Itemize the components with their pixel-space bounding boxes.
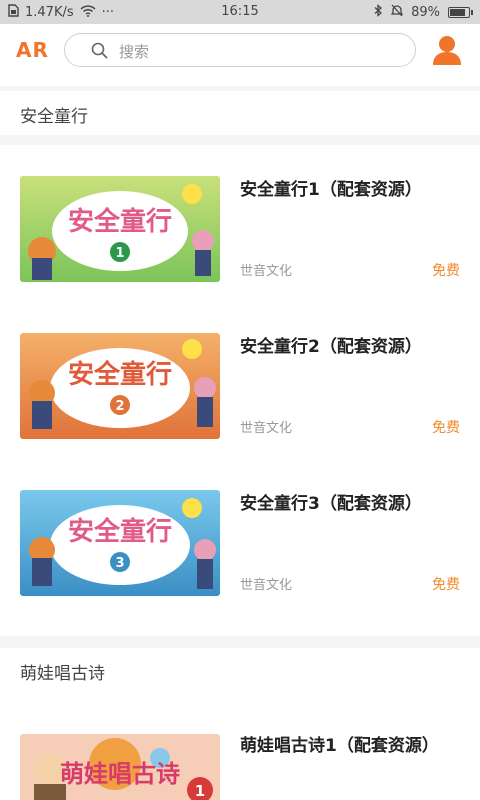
section-header-safety: 安全童行 — [0, 91, 480, 135]
item-publisher: 世音文化 — [240, 421, 293, 436]
item-price: 免费 — [432, 577, 460, 593]
thumbnail-title: 安全童行 — [68, 516, 172, 547]
item-title: 萌娃唱古诗1（配套资源） — [240, 736, 439, 756]
search-icon — [91, 42, 108, 59]
thumbnail-title: 安全童行 — [68, 359, 172, 390]
user-profile-icon[interactable] — [432, 34, 462, 66]
list-item[interactable]: 安全童行 3 安全童行3（配套资源） 世音文化 免费 — [0, 476, 480, 596]
thumbnail-number: 1 — [115, 246, 124, 261]
battery-percent: 89% — [411, 5, 440, 20]
status-bar: 1.47K/s ··· 16:15 89% — [0, 0, 480, 24]
section-header-poems: 萌娃唱古诗 — [0, 648, 480, 692]
item-thumbnail: 安全童行 3 — [20, 490, 220, 596]
section-title: 萌娃唱古诗 — [20, 664, 105, 684]
section-list-poems: 萌娃唱古诗 1 萌娃唱古诗1（配套资源） — [0, 692, 480, 800]
item-thumbnail: 萌娃唱古诗 1 — [20, 734, 220, 800]
item-publisher: 世音文化 — [240, 264, 293, 279]
battery-icon — [448, 7, 473, 18]
item-price: 免费 — [432, 263, 460, 279]
item-price: 免费 — [432, 420, 460, 436]
item-thumbnail: 安全童行 2 — [20, 333, 220, 439]
list-item[interactable]: 安全童行 1 安全童行1（配套资源） 世音文化 免费 — [0, 162, 480, 282]
mute-bell-icon — [390, 4, 404, 21]
thumbnail-title: 萌娃唱古诗 — [60, 760, 180, 788]
section-title: 安全童行 — [20, 107, 88, 127]
ar-button[interactable]: AR — [16, 38, 49, 62]
top-bar: AR 搜索 — [0, 24, 480, 86]
item-title: 安全童行2（配套资源） — [240, 337, 422, 357]
thumbnail-number: 2 — [115, 399, 124, 414]
thumbnail-title: 安全童行 — [68, 206, 172, 237]
search-placeholder: 搜索 — [119, 43, 150, 61]
section-list-safety: 安全童行 1 安全童行1（配套资源） 世音文化 免费 安全童行 2 安全童行2（… — [0, 145, 480, 636]
search-bar[interactable]: 搜索 — [64, 33, 416, 67]
item-title: 安全童行3（配套资源） — [240, 494, 422, 514]
item-title: 安全童行1（配套资源） — [240, 180, 422, 200]
thumbnail-number: 1 — [195, 782, 205, 800]
item-publisher: 世音文化 — [240, 578, 293, 593]
list-item[interactable]: 萌娃唱古诗 1 萌娃唱古诗1（配套资源） — [0, 720, 480, 800]
bluetooth-icon — [374, 4, 383, 21]
thumbnail-number: 3 — [115, 556, 124, 571]
status-right: 89% — [374, 4, 473, 21]
list-item[interactable]: 安全童行 2 安全童行2（配套资源） 世音文化 免费 — [0, 319, 480, 439]
item-thumbnail: 安全童行 1 — [20, 176, 220, 282]
